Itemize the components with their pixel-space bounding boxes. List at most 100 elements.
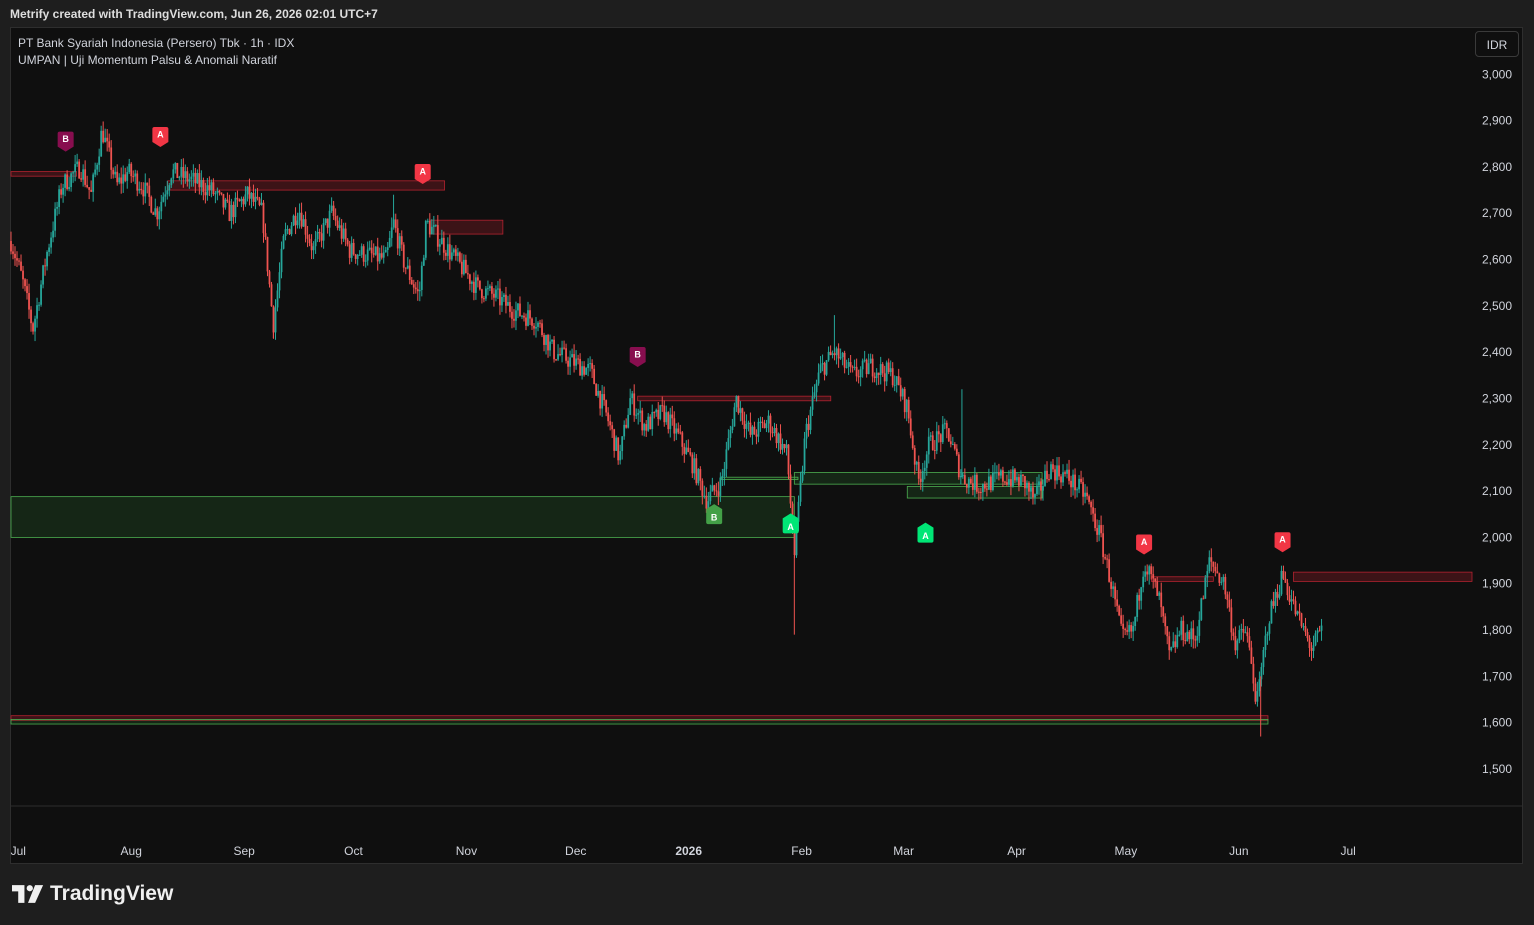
candle-body	[703, 495, 706, 497]
candle-body	[128, 163, 131, 173]
candle-body	[721, 475, 724, 478]
candle-body	[521, 315, 523, 317]
candle-body	[1174, 641, 1177, 647]
candle-body	[697, 469, 700, 484]
candle-body	[837, 348, 840, 359]
candle-body	[1142, 576, 1145, 588]
candle-body	[779, 433, 782, 450]
candle-body	[941, 424, 944, 443]
candle-body	[1296, 611, 1299, 615]
candle-body	[667, 412, 670, 430]
candle-body	[597, 390, 600, 396]
candle-body	[731, 426, 734, 431]
candle-body	[641, 410, 644, 431]
candle-body	[318, 231, 321, 234]
candle-body	[30, 309, 32, 324]
signal-label: A	[1279, 535, 1286, 545]
candle-body	[90, 189, 93, 192]
candle-body	[705, 495, 708, 509]
candle-body	[424, 220, 427, 258]
candle-body	[168, 185, 171, 191]
candle-body	[276, 290, 279, 308]
candle-body	[637, 413, 640, 415]
candle-body	[112, 169, 115, 175]
candle-body	[601, 394, 604, 409]
symbol-title[interactable]: PT Bank Syariah Indonesia (Persero) Tbk …	[18, 35, 294, 52]
candle-body	[362, 246, 365, 262]
candle-body	[284, 229, 287, 236]
candle-body	[170, 178, 173, 186]
candle-body	[895, 376, 898, 385]
candle-body	[234, 197, 237, 218]
candle-body	[220, 192, 223, 195]
candle-body	[599, 390, 602, 409]
candle-body	[535, 326, 537, 329]
currency-button[interactable]: IDR	[1475, 31, 1519, 57]
candle-body	[104, 137, 107, 143]
candle-body	[841, 352, 844, 358]
candle-body	[70, 173, 73, 188]
time-tick-label: Nov	[456, 844, 477, 858]
candle-body	[1106, 558, 1109, 560]
candle-body	[36, 305, 38, 319]
candle-body	[44, 265, 46, 267]
candle-body	[92, 174, 95, 192]
candle-body	[196, 173, 199, 184]
candle-body	[1206, 571, 1209, 578]
candle-body	[491, 286, 493, 294]
candle-body	[765, 423, 768, 429]
candle-body	[617, 437, 620, 461]
candle-body	[224, 199, 227, 208]
candle-body	[380, 253, 383, 258]
candle-body	[513, 318, 515, 321]
candle-body	[561, 347, 563, 355]
candle-body	[1286, 582, 1289, 596]
candle-body	[821, 363, 824, 365]
candle-body	[88, 187, 91, 190]
candle-body	[483, 298, 485, 300]
candle-body	[316, 231, 319, 240]
candle-body	[1224, 576, 1227, 595]
candle-body	[1020, 474, 1022, 486]
candle-body	[208, 185, 211, 191]
candle-body	[805, 423, 808, 439]
candle-body	[444, 252, 447, 256]
candle-body	[1002, 470, 1004, 482]
time-tick-label: Oct	[344, 844, 363, 858]
candle-body	[158, 211, 161, 220]
candle-body	[595, 384, 598, 396]
candle-body	[725, 449, 728, 469]
candle-body	[1176, 635, 1179, 647]
price-tick-label: 2,900	[1482, 114, 1512, 128]
candle-body	[238, 199, 241, 202]
tradingview-brand[interactable]: TradingView	[12, 882, 173, 906]
candle-body	[140, 188, 143, 191]
candle-body	[398, 236, 401, 249]
candle-body	[727, 438, 730, 450]
candle-body	[1076, 489, 1078, 491]
candle-body	[785, 444, 788, 449]
candle-body	[487, 288, 489, 290]
candle-body	[659, 405, 662, 419]
candle-body	[761, 421, 764, 424]
signal-label: A	[157, 130, 164, 140]
candle-body	[1214, 566, 1217, 572]
candle-body	[164, 194, 167, 197]
candle-body	[949, 441, 952, 445]
candle-body	[1268, 623, 1271, 634]
candle-body	[971, 483, 974, 490]
candle-body	[557, 354, 559, 360]
candle-body	[1220, 581, 1223, 583]
candle-body	[937, 431, 940, 435]
candle-body	[859, 369, 862, 378]
price-chart[interactable]: B A A B B A A A A 3,000 2,900 2,800 2,700 2,600 2,500…	[0, 0, 1534, 925]
candle-body	[346, 239, 349, 245]
candle-body	[625, 424, 628, 428]
candle-body	[517, 303, 519, 311]
candle-body	[1060, 476, 1062, 483]
price-tick-label: 2,500	[1482, 299, 1512, 313]
price-tick-label: 2,300	[1482, 391, 1512, 405]
candle-body	[1156, 581, 1159, 596]
candle-body	[1074, 474, 1076, 491]
indicator-title[interactable]: UMPAN | Uji Momentum Palsu & Anomali Nar…	[18, 52, 294, 69]
